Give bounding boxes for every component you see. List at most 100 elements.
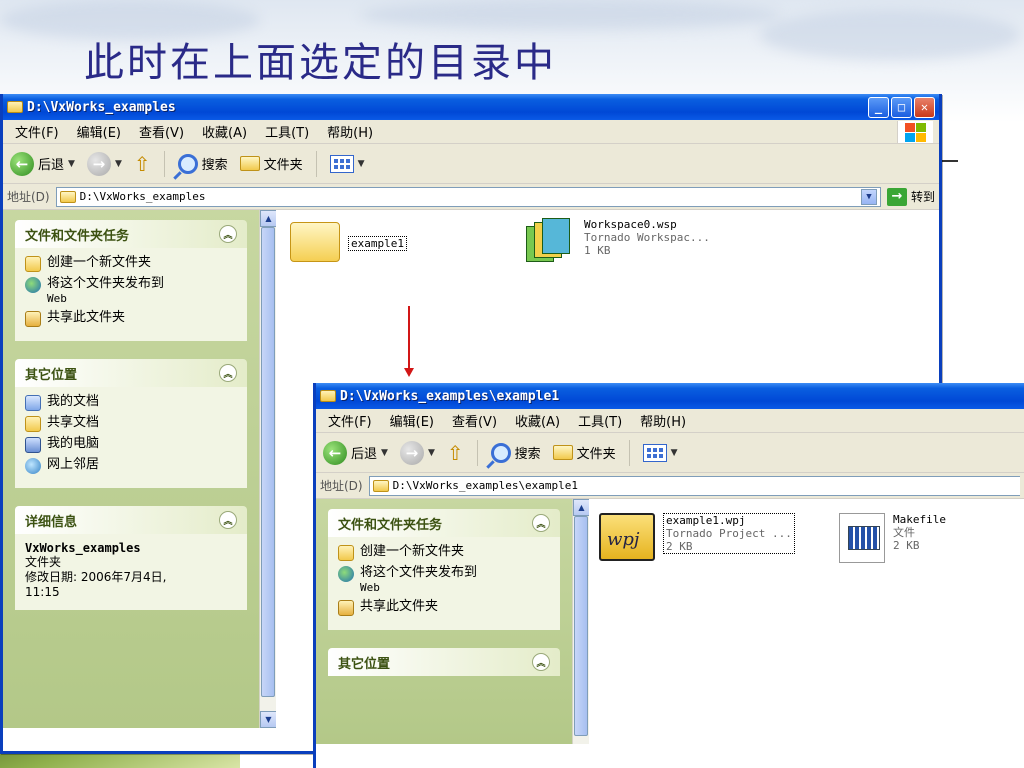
menu-edit[interactable]: 编辑(E) (77, 122, 121, 141)
folders-button[interactable]: 文件夹 (550, 441, 619, 464)
title-bar[interactable]: D:\VxWorks_examples\example1 (316, 383, 1024, 409)
tasks-panel-header[interactable]: 文件和文件夹任务 ︽ (328, 509, 560, 537)
forward-button[interactable]: → ▼ (397, 439, 438, 467)
menu-favorites[interactable]: 收藏(A) (202, 122, 247, 141)
menu-bar: 文件(F) 编辑(E) 查看(V) 收藏(A) 工具(T) 帮助(H) (3, 120, 939, 144)
chevron-down-icon[interactable]: ▼ (115, 159, 122, 169)
menu-tools[interactable]: 工具(T) (265, 122, 309, 141)
minimize-button[interactable]: _ (868, 96, 889, 118)
places-panel-body: 我的文档 共享文档 我的电脑 网上邻居 (15, 387, 247, 488)
menu-view[interactable]: 查看(V) (452, 411, 497, 430)
views-button[interactable]: ▼ (640, 442, 681, 464)
makefile-icon (839, 513, 885, 563)
explorer-window-example1[interactable]: D:\VxWorks_examples\example1 文件(F) 编辑(E)… (313, 383, 1024, 768)
task-publish-web[interactable]: 将这个文件夹发布到 Web (25, 276, 237, 306)
search-button[interactable]: 搜索 (488, 441, 544, 465)
window-body: 文件和文件夹任务 ︽ 创建一个新文件夹 将这个文件夹发布到 Web 共享此文件夹… (316, 499, 1024, 744)
address-bar: 地址(D) D:\VxWorks_examples\example1 (316, 473, 1024, 499)
task-new-folder[interactable]: 创建一个新文件夹 (25, 255, 237, 272)
back-button[interactable]: ← 后退 ▼ (320, 439, 391, 467)
go-button[interactable]: → 转到 (886, 187, 935, 206)
menu-file[interactable]: 文件(F) (328, 411, 372, 430)
folders-button[interactable]: 文件夹 (237, 152, 306, 175)
share-folder-icon (338, 600, 354, 616)
views-icon (329, 154, 354, 173)
chevron-down-icon[interactable]: ▼ (68, 159, 75, 169)
task-new-folder[interactable]: 创建一个新文件夹 (338, 544, 550, 561)
back-label: 后退 (38, 158, 65, 173)
scroll-thumb[interactable] (574, 516, 588, 736)
collapse-icon[interactable]: ︽ (219, 225, 237, 243)
chevron-down-icon[interactable]: ▼ (428, 448, 435, 458)
chevron-down-icon[interactable]: ▼ (860, 188, 877, 205)
file-size: 2 KB (666, 540, 693, 553)
address-field[interactable]: D:\VxWorks_examples\example1 (368, 475, 1020, 496)
places-panel-title: 其它位置 (25, 367, 78, 383)
collapse-icon[interactable]: ︽ (219, 511, 237, 529)
file-name: example1.wpj (666, 514, 746, 527)
file-size: 2 KB (893, 539, 920, 552)
file-item-makefile[interactable]: Makefile 文件 2 KB (839, 513, 946, 563)
views-icon (642, 443, 667, 462)
folder-icon (25, 416, 41, 432)
share-folder-icon (25, 311, 41, 327)
tasks-panel-header[interactable]: 文件和文件夹任务 ︽ (15, 220, 247, 248)
search-button[interactable]: 搜索 (175, 152, 231, 176)
collapse-icon[interactable]: ︽ (532, 653, 550, 671)
details-panel-header[interactable]: 详细信息 ︽ (15, 506, 247, 534)
go-arrow-icon: → (886, 187, 907, 206)
menu-help[interactable]: 帮助(H) (640, 411, 686, 430)
back-button[interactable]: ← 后退 ▼ (7, 150, 78, 178)
scroll-thumb[interactable] (261, 227, 275, 697)
folder-icon (239, 156, 260, 171)
close-button[interactable]: ✕ (914, 96, 935, 118)
forward-button[interactable]: → ▼ (84, 150, 125, 178)
menu-tools[interactable]: 工具(T) (578, 411, 622, 430)
file-item-example1-wpj[interactable]: wpj example1.wpj Tornado Project ... 2 K… (599, 513, 795, 561)
address-field[interactable]: D:\VxWorks_examples ▼ (55, 186, 881, 207)
details-panel-body: VxWorks_examples 文件夹 修改日期: 2006年7月4日, 11… (15, 534, 247, 610)
collapse-icon[interactable]: ︽ (532, 514, 550, 532)
address-bar: 地址(D) D:\VxWorks_examples ▼ → 转到 (3, 184, 939, 210)
scroll-down-icon[interactable]: ▼ (260, 711, 277, 728)
toolbar: ← 后退 ▼ → ▼ ⇧ 搜索 文件夹 ▼ (3, 144, 939, 184)
windows-logo-icon (897, 121, 933, 143)
folder-up-icon: ⇧ (133, 151, 151, 176)
workspace-file-icon (524, 218, 576, 270)
views-button[interactable]: ▼ (327, 153, 368, 175)
places-panel-header[interactable]: 其它位置 ︽ (15, 359, 247, 387)
menu-edit[interactable]: 编辑(E) (390, 411, 434, 430)
places-panel-header[interactable]: 其它位置 ︽ (328, 648, 560, 676)
maximize-button[interactable]: □ (891, 96, 912, 118)
task-label: 共享此文件夹 (360, 599, 439, 614)
menu-help[interactable]: 帮助(H) (327, 122, 373, 141)
file-item-workspace0[interactable]: Workspace0.wsp Tornado Workspac... 1 KB (524, 218, 710, 270)
menu-file[interactable]: 文件(F) (15, 122, 59, 141)
place-network[interactable]: 网上邻居 (25, 457, 237, 474)
chevron-down-icon: ▼ (357, 158, 365, 169)
up-button[interactable]: ⇧ (131, 150, 154, 178)
scroll-up-icon[interactable]: ▲ (573, 499, 590, 516)
collapse-icon[interactable]: ︽ (219, 364, 237, 382)
scroll-up-icon[interactable]: ▲ (260, 210, 277, 227)
task-share-folder[interactable]: 共享此文件夹 (25, 310, 237, 327)
sidebar-scrollbar[interactable]: ▲ ▼ (259, 210, 277, 728)
address-value: D:\VxWorks_examples (79, 190, 206, 203)
chevron-down-icon[interactable]: ▼ (381, 448, 388, 458)
task-publish-web[interactable]: 将这个文件夹发布到 Web (338, 565, 550, 595)
up-button[interactable]: ⇧ (444, 439, 467, 467)
folder-icon (7, 101, 23, 113)
project-file-icon-label: wpj (607, 529, 640, 550)
menu-view[interactable]: 查看(V) (139, 122, 184, 141)
computer-icon (25, 437, 41, 453)
sidebar-scrollbar[interactable]: ▲ (572, 499, 590, 744)
toolbar-separator (163, 150, 165, 177)
title-bar[interactable]: D:\VxWorks_examples _ □ ✕ (3, 94, 939, 120)
menu-favorites[interactable]: 收藏(A) (515, 411, 560, 430)
task-share-folder[interactable]: 共享此文件夹 (338, 599, 550, 616)
file-item-example1[interactable]: example1 (290, 222, 407, 262)
place-my-documents[interactable]: 我的文档 (25, 394, 237, 411)
place-my-computer[interactable]: 我的电脑 (25, 436, 237, 453)
task-label-line: Web (360, 581, 380, 594)
place-shared-documents[interactable]: 共享文档 (25, 415, 237, 432)
